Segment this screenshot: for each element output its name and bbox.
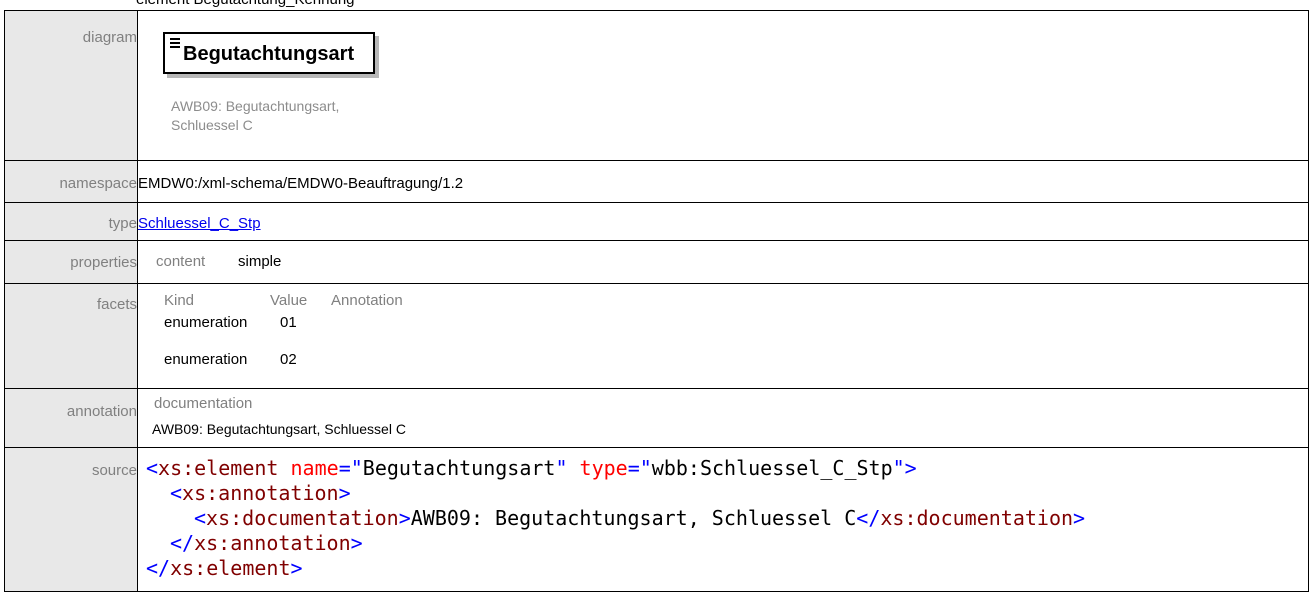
row-facets: facets Kind Value Annotation enumeration… [4, 283, 1309, 389]
row-properties: properties content simple [4, 240, 1309, 284]
source-token: </xs:element> [146, 556, 303, 580]
source-token: <xs:documentation> [194, 506, 411, 530]
facets-header-value: Value [270, 292, 308, 309]
facet-kind: enumeration [164, 314, 248, 331]
annotation-value: AWB09: Begutachtungsart, Schluessel C [152, 421, 406, 437]
property-value: simple [238, 253, 282, 270]
facet-value: 02 [280, 351, 297, 368]
property-key: content [156, 253, 206, 270]
label-facets: facets [4, 283, 138, 389]
source-token: AWB09: Begutachtungsart, Schluessel C [410, 506, 857, 530]
row-annotation: annotation documentation AWB09: Begutach… [4, 388, 1309, 448]
diagram-annotation-line1: AWB09: Begutachtungsart, [171, 98, 340, 114]
source-token: </xs:documentation> [856, 506, 1086, 530]
source-code: <xs:element name="Begutachtungsart" type… [138, 448, 1308, 591]
cut-heading: element Begutachtung_Kennung [136, 0, 355, 8]
source-token: </xs:annotation> [170, 531, 363, 555]
label-annotation: annotation [4, 388, 138, 448]
source-token: "> [892, 456, 917, 480]
label-diagram: diagram [4, 10, 138, 161]
source-line: </xs:element> [146, 556, 303, 581]
source-token: wbb:Schluessel_C_Stp [651, 456, 893, 480]
schema-element-table: diagram Begutachtungsart AWB09: Begutach… [4, 10, 1309, 592]
row-type: type Schluessel_C_Stp [4, 202, 1309, 241]
element-lines-icon [170, 38, 180, 48]
diagram-cell: Begutachtungsart AWB09: Begutachtungsart… [137, 10, 1309, 161]
row-source: source <xs:element name="Begutachtungsar… [4, 447, 1309, 592]
facets-cell: Kind Value Annotation enumeration 01 enu… [137, 283, 1309, 389]
type-link[interactable]: Schluessel_C_Stp [138, 215, 261, 232]
facet-kind: enumeration [164, 351, 248, 368]
label-type: type [4, 202, 138, 241]
source-line: <xs:element name="Begutachtungsart" type… [146, 456, 917, 481]
row-diagram: diagram Begutachtungsart AWB09: Begutach… [4, 10, 1309, 161]
type-cell: Schluessel_C_Stp [137, 202, 1309, 241]
source-line: <xs:annotation> [170, 481, 351, 506]
namespace-value: EMDW0:/xml-schema/EMDW0-Beauftragung/1.2 [137, 160, 1309, 203]
source-token: " [555, 456, 580, 480]
diagram-element-name: Begutachtungsart [183, 43, 355, 65]
diagram-annotation-line2: Schluessel C [171, 117, 253, 133]
annotation-key: documentation [154, 395, 253, 412]
source-cell: <xs:element name="Begutachtungsart" type… [137, 447, 1309, 592]
source-token: =" [627, 456, 652, 480]
element-diagram-box[interactable]: Begutachtungsart [163, 32, 375, 74]
source-token: type [579, 456, 628, 480]
label-source: source [4, 447, 138, 592]
facet-value: 01 [280, 314, 297, 331]
label-properties: properties [4, 240, 138, 284]
diagram-annotation: AWB09: Begutachtungsart, Schluessel C [171, 97, 371, 135]
source-token: Begutachtungsart [362, 456, 556, 480]
properties-cell: content simple [137, 240, 1309, 284]
source-token: <xs:element [146, 456, 279, 480]
source-line: <xs:documentation>AWB09: Begutachtungsar… [194, 506, 1085, 531]
label-namespace: namespace [4, 160, 138, 203]
annotation-cell: documentation AWB09: Begutachtungsart, S… [137, 388, 1309, 448]
facets-header-annotation: Annotation [331, 292, 403, 309]
source-token: name [290, 456, 339, 480]
source-line: </xs:annotation> [170, 531, 363, 556]
row-namespace: namespace EMDW0:/xml-schema/EMDW0-Beauft… [4, 160, 1309, 203]
facets-header-kind: Kind [164, 292, 195, 309]
source-token: =" [338, 456, 363, 480]
cut-heading-strip: element Begutachtung_Kennung [0, 0, 1310, 10]
source-token: <xs:annotation> [170, 481, 351, 505]
